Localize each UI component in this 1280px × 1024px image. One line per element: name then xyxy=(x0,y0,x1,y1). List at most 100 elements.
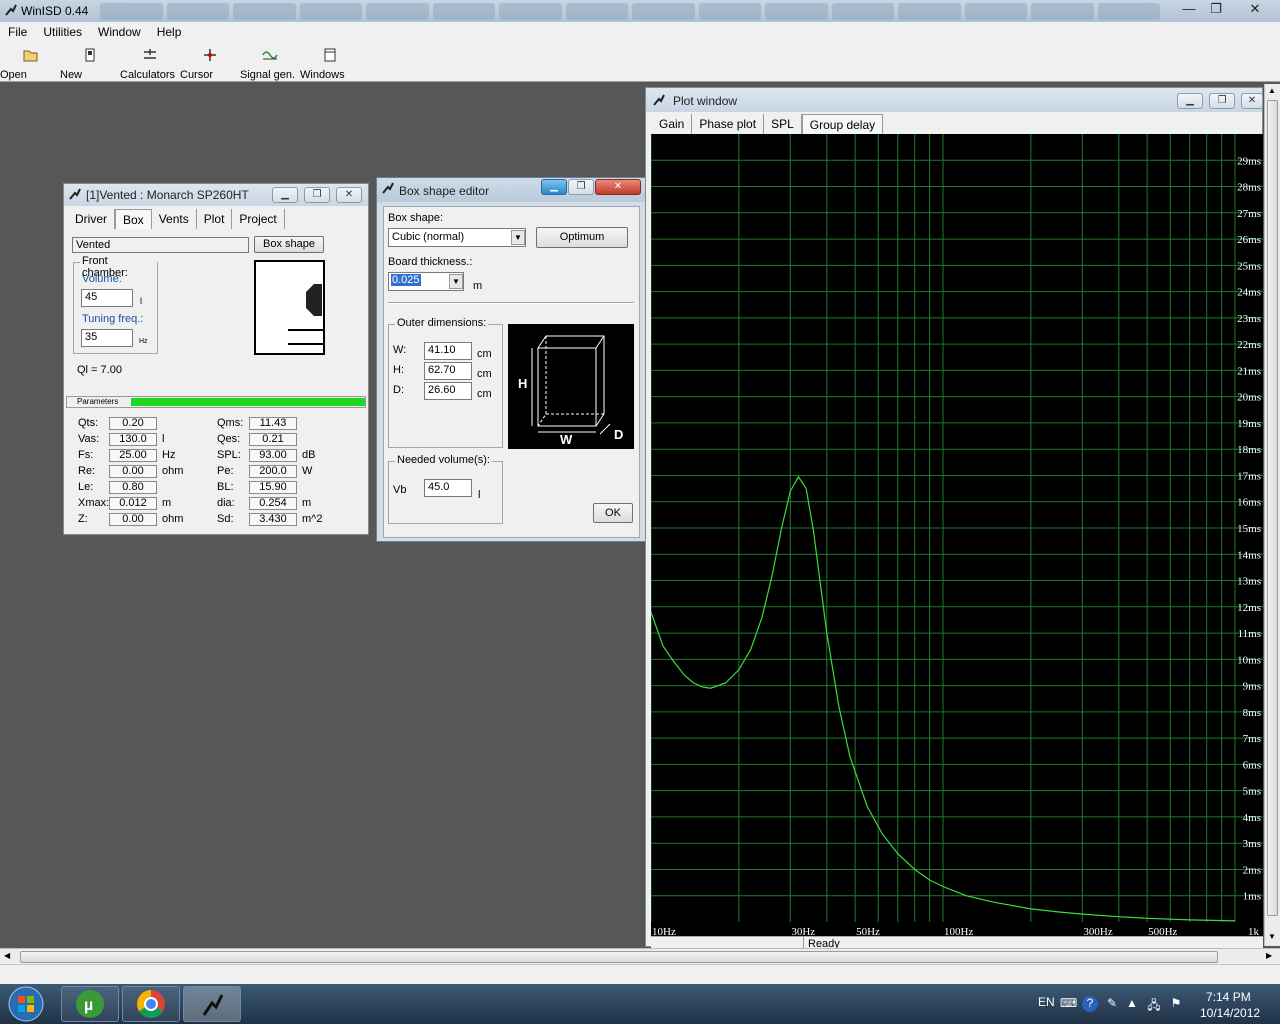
tab-spl[interactable]: SPL xyxy=(764,114,802,134)
pen-icon[interactable]: ✎ xyxy=(1104,996,1120,1012)
menu-help[interactable]: Help xyxy=(149,22,190,42)
mdi-horizontal-thumb[interactable] xyxy=(20,951,1218,963)
diagram-h-label: H xyxy=(518,376,527,391)
tray-expand-icon[interactable]: ▲ xyxy=(1124,996,1140,1012)
signal-gen-button[interactable]: Signal gen. xyxy=(240,44,300,81)
calculators-label: Calculators xyxy=(120,69,176,81)
param-name: Qms: xyxy=(217,417,244,429)
dimension-label: W: xyxy=(393,344,407,356)
dimension-input[interactable]: 62.70 xyxy=(424,362,472,380)
menu-file[interactable]: File xyxy=(0,22,35,42)
group-delay-chart[interactable]: 1ms 2ms 3ms 4ms 5ms 6ms 7ms 8ms 9ms 10ms 11ms 12ms 1… xyxy=(651,134,1263,938)
mdi-vertical-scrollbar[interactable]: ▲ ▼ xyxy=(1264,84,1280,946)
chevron-down-icon[interactable]: ▼ xyxy=(449,274,463,289)
tab-phase-plot[interactable]: Phase plot xyxy=(692,114,765,134)
param-value: 0.012 xyxy=(109,497,157,510)
chart-y-tick-label: 25ms xyxy=(1237,260,1261,272)
menu-utilities[interactable]: Utilities xyxy=(35,22,90,42)
mdi-vertical-thumb[interactable] xyxy=(1267,100,1278,916)
scroll-down-icon[interactable]: ▼ xyxy=(1268,932,1276,941)
editor-maximize-button[interactable]: ❐ xyxy=(568,179,594,195)
calculators-button[interactable]: Calculators xyxy=(120,44,180,81)
tab-group-delay[interactable]: Group delay xyxy=(801,114,884,134)
param-name: Qts: xyxy=(78,417,99,429)
chrome-taskbar-button[interactable] xyxy=(122,986,180,1022)
mdi-horizontal-scrollbar[interactable]: ◀ ▶ xyxy=(0,948,1280,964)
editor-close-button[interactable]: ✕ xyxy=(595,179,641,195)
cursor-button[interactable]: Cursor xyxy=(180,44,240,81)
tab-project[interactable]: Project xyxy=(232,209,285,229)
box-shape-editor-body: Box shape: Cubic (normal) ▼ Optimum Boar… xyxy=(383,206,640,538)
param-value: 130.0 xyxy=(109,433,157,446)
dimension-input[interactable]: 26.60 xyxy=(424,382,472,400)
box-shape-label: Box shape: xyxy=(388,212,444,224)
tab-driver[interactable]: Driver xyxy=(68,209,115,229)
plot-close-button[interactable]: ✕ xyxy=(1241,93,1263,109)
signal-generator-icon xyxy=(262,51,278,60)
box-shape-editor-titlebar[interactable]: Box shape editor ▁ ❐ ✕ xyxy=(377,178,645,202)
ok-button[interactable]: OK xyxy=(593,503,633,523)
box-shape-select[interactable]: Cubic (normal) xyxy=(388,228,526,247)
param-value: 0.20 xyxy=(109,417,157,430)
tab-box[interactable]: Box xyxy=(115,209,152,229)
cursor-label: Cursor xyxy=(180,69,214,81)
windows-icon xyxy=(324,48,336,62)
chart-y-tick-label: 5ms xyxy=(1243,786,1261,798)
vb-unit: l xyxy=(478,489,481,501)
chart-y-tick-label: 11ms xyxy=(1238,628,1261,640)
dimension-input[interactable]: 41.10 xyxy=(424,342,472,360)
tab-gain[interactable]: Gain xyxy=(652,114,693,134)
plot-minimize-button[interactable]: ▁ xyxy=(1177,93,1203,109)
speaker-box-icon xyxy=(254,260,325,355)
box-shape-button[interactable]: Box shape xyxy=(254,236,324,253)
clock-time[interactable]: 7:14 PM xyxy=(1206,990,1251,1004)
utorrent-taskbar-button[interactable]: µ xyxy=(61,986,119,1022)
ql-readout: Ql = 7.00 xyxy=(77,364,122,376)
action-center-icon[interactable]: ⚑ xyxy=(1168,996,1184,1012)
windows-button[interactable]: Windows xyxy=(300,44,360,81)
tab-vents[interactable]: Vents xyxy=(152,209,197,229)
chart-y-tick-label: 27ms xyxy=(1237,208,1261,220)
tab-plot[interactable]: Plot xyxy=(197,209,233,229)
volume-input[interactable]: 45 xyxy=(81,289,133,307)
start-orb-icon[interactable] xyxy=(6,985,46,1023)
chart-y-tick-label: 15ms xyxy=(1237,523,1261,535)
network-icon[interactable]: 🖧 xyxy=(1146,996,1162,1012)
tuning-label: Tuning freq.: xyxy=(82,313,144,325)
utorrent-icon: µ xyxy=(76,990,104,1018)
app-minimize-button[interactable]: — xyxy=(1176,1,1202,19)
keyboard-icon[interactable]: ⌨ xyxy=(1060,996,1077,1012)
outer-dimensions-group: Outer dimensions: W: 41.10 cm H: 62.70 cm D: 26… xyxy=(388,317,503,448)
plot-maximize-button[interactable]: ❐ xyxy=(1209,93,1235,109)
plot-window-titlebar[interactable]: Plot window ▁ ❐ ✕ xyxy=(646,88,1263,112)
project-minimize-button[interactable]: ▁ xyxy=(272,187,298,203)
project-maximize-button[interactable]: ❐ xyxy=(304,187,330,203)
chart-y-tick-label: 18ms xyxy=(1237,444,1261,456)
project-close-button[interactable]: ✕ xyxy=(336,187,362,203)
project-window-titlebar[interactable]: [1]Vented : Monarch SP260HT ▁ ❐ ✕ xyxy=(64,184,368,206)
app-close-button[interactable]: ✕ xyxy=(1242,1,1268,19)
editor-minimize-button[interactable]: ▁ xyxy=(541,179,567,195)
param-name: Xmax: xyxy=(78,497,110,509)
tuning-input[interactable]: 35 xyxy=(81,329,133,347)
optimum-button[interactable]: Optimum xyxy=(536,227,628,248)
taskbar: µ EN ⌨ ? ✎ ▲ 🖧 ⚑ 7:14 PM 10/14/2012 xyxy=(0,984,1280,1024)
scroll-right-icon[interactable]: ▶ xyxy=(1266,951,1272,960)
plot-window: Plot window ▁ ❐ ✕ Gain Phase plot SPL Gr… xyxy=(645,87,1263,950)
param-name: Le: xyxy=(78,481,94,493)
chevron-down-icon[interactable]: ▼ xyxy=(511,230,525,245)
language-indicator[interactable]: EN xyxy=(1038,995,1055,1009)
app-maximize-button[interactable]: ❐ xyxy=(1203,1,1229,19)
vb-input[interactable]: 45.0 xyxy=(424,479,472,497)
open-button[interactable]: Open xyxy=(0,44,60,81)
winisd-taskbar-button[interactable] xyxy=(183,986,241,1022)
param-name: Z: xyxy=(78,513,88,525)
scroll-left-icon[interactable]: ◀ xyxy=(4,951,10,960)
menu-window[interactable]: Window xyxy=(90,22,149,42)
clock-date[interactable]: 10/14/2012 xyxy=(1200,1006,1260,1020)
winisd-window-icon xyxy=(653,94,665,106)
new-button[interactable]: New xyxy=(60,44,120,81)
help-icon[interactable]: ? xyxy=(1082,996,1098,1012)
dimension-label: D: xyxy=(393,384,404,396)
scroll-up-icon[interactable]: ▲ xyxy=(1268,86,1276,95)
